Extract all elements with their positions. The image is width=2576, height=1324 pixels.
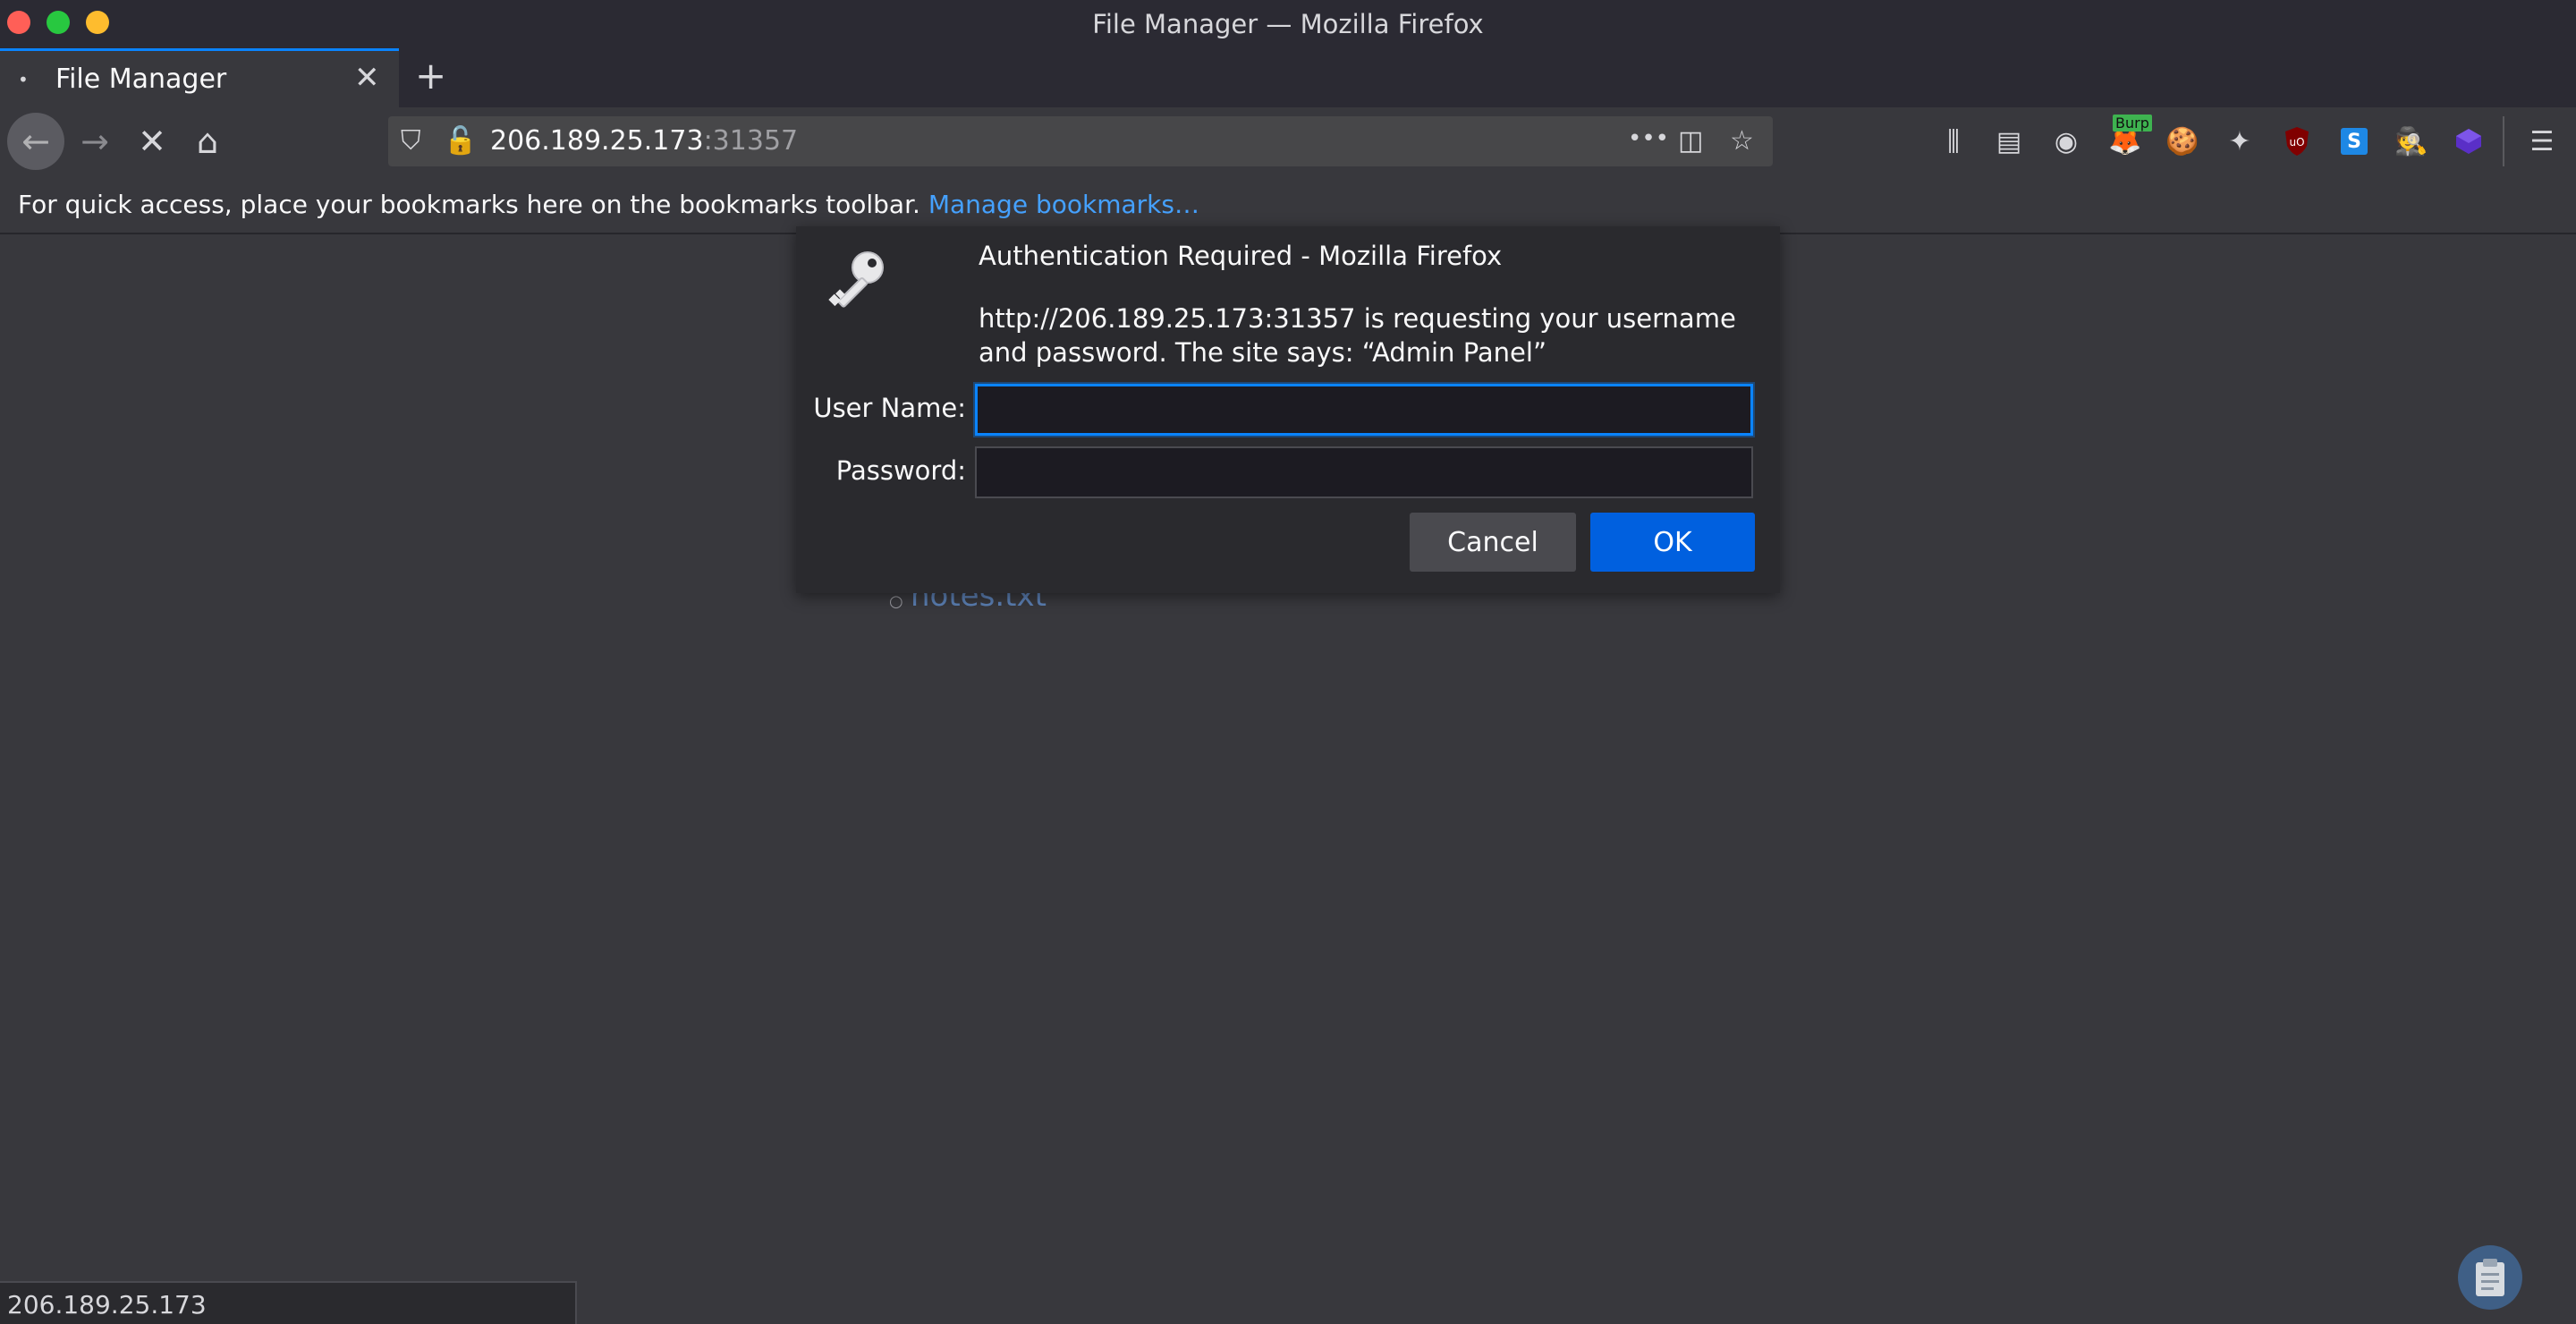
bookmark-star-icon[interactable]: ☆ xyxy=(1730,125,1754,157)
tab-strip: • File Manager ✕ + xyxy=(0,48,2576,107)
spy-extension-icon[interactable]: 🕵 xyxy=(2394,123,2429,159)
tab-file-manager[interactable]: • File Manager ✕ xyxy=(0,48,399,107)
page-actions-icon[interactable]: ••• xyxy=(1628,125,1669,152)
svg-text:uO: uO xyxy=(2289,136,2304,149)
bookmarks-hint: For quick access, place your bookmarks h… xyxy=(18,190,1199,219)
dialog-title: Authentication Required - Mozilla Firefo… xyxy=(979,241,1503,271)
dialog-message: http://206.189.25.173:31357 is requestin… xyxy=(979,303,1736,368)
stop-button[interactable]: ✕ xyxy=(123,113,181,170)
username-label: User Name: xyxy=(813,393,966,423)
cancel-button[interactable]: Cancel xyxy=(1410,513,1576,572)
title-bar: File Manager — Mozilla Firefox xyxy=(0,0,2576,48)
tracking-protection-shield-icon[interactable]: ⛉ xyxy=(401,125,421,157)
forward-button[interactable]: → xyxy=(66,113,123,170)
auth-dialog: Authentication Required - Mozilla Firefo… xyxy=(796,226,1780,593)
status-bar: 206.189.25.173 xyxy=(0,1281,577,1324)
clipboard-icon[interactable] xyxy=(2458,1245,2522,1310)
manage-bookmarks-link[interactable]: Manage bookmarks… xyxy=(928,190,1199,219)
navigation-bar: ← → ✕ ⌂ ⛉ 🔓 206.189.25.173:31357 ••• ◫ ☆… xyxy=(0,107,2576,177)
close-tab-icon[interactable]: ✕ xyxy=(354,60,380,96)
toolbar-separator xyxy=(2503,116,2504,166)
ok-button[interactable]: OK xyxy=(1590,513,1755,572)
username-input[interactable] xyxy=(975,384,1753,436)
password-input[interactable] xyxy=(975,446,1753,498)
foxyproxy-burp-icon[interactable]: 🦊 Burp xyxy=(2107,115,2152,159)
cube-extension-icon[interactable] xyxy=(2451,123,2487,159)
wappalyzer-icon[interactable]: ✦ xyxy=(2222,123,2258,159)
s-extension-icon[interactable]: S xyxy=(2336,123,2372,159)
status-text: 206.189.25.173 xyxy=(7,1290,207,1320)
insecure-connection-icon[interactable]: 🔓 xyxy=(444,125,477,157)
list-bullet: ○ xyxy=(889,592,903,611)
pocket-icon[interactable]: ◫ xyxy=(1678,125,1703,157)
menu-icon[interactable]: ☰ xyxy=(2524,123,2560,159)
burp-badge: Burp xyxy=(2113,115,2152,132)
url-bar[interactable]: ⛉ 🔓 206.189.25.173:31357 ••• ◫ ☆ xyxy=(388,116,1773,166)
back-button[interactable]: ← xyxy=(7,113,64,170)
library-icon[interactable]: ⫼ xyxy=(1936,123,1971,159)
account-icon[interactable]: ◉ xyxy=(2048,123,2084,159)
key-icon xyxy=(828,251,884,308)
new-tab-button[interactable]: + xyxy=(415,54,446,98)
cookie-icon[interactable]: 🍪 xyxy=(2165,123,2200,159)
sidebar-icon[interactable]: ▤ xyxy=(1991,123,2027,159)
loading-dot-icon: • xyxy=(18,69,29,90)
password-label: Password: xyxy=(835,455,966,486)
url-text[interactable]: 206.189.25.173:31357 xyxy=(490,125,798,157)
tab-title: File Manager xyxy=(55,64,227,95)
home-button[interactable]: ⌂ xyxy=(179,113,236,170)
window-title: File Manager — Mozilla Firefox xyxy=(1092,9,1484,39)
ublock-icon[interactable]: uO xyxy=(2279,123,2315,159)
